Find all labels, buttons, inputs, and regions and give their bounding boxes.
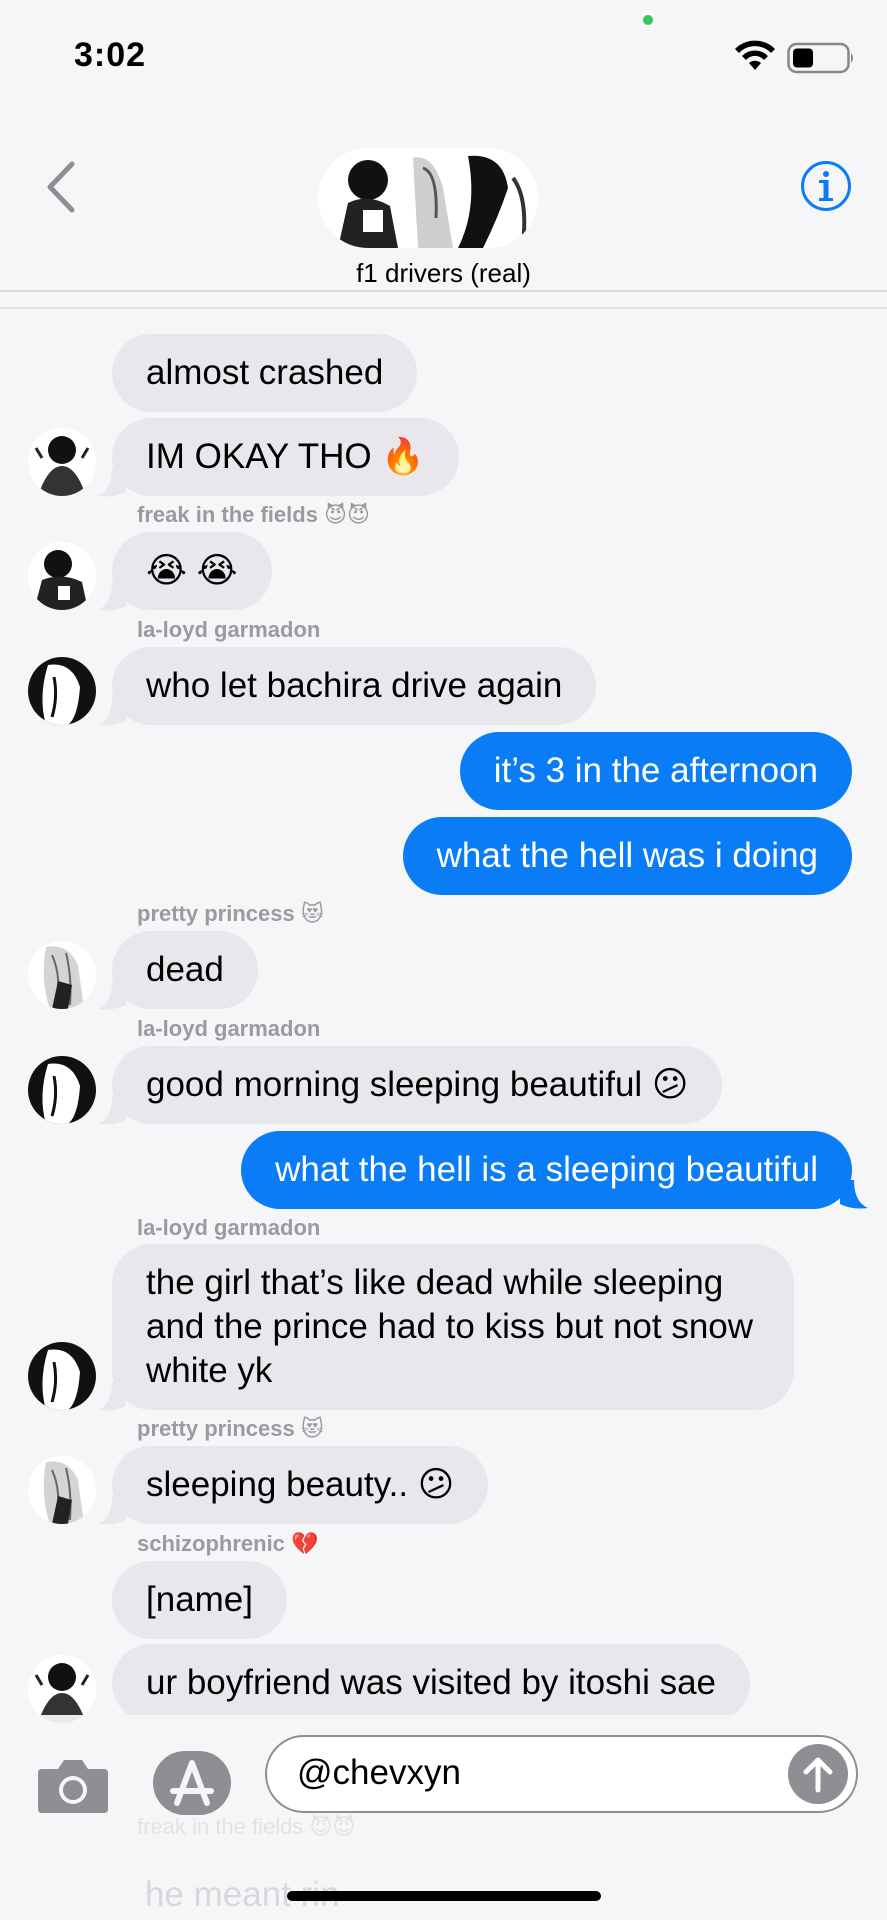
info-icon[interactable]	[800, 160, 852, 212]
avatar[interactable]	[28, 1342, 96, 1410]
sender-name: pretty princess 😻	[137, 901, 324, 926]
avatar[interactable]	[28, 1456, 96, 1524]
avatar[interactable]	[28, 941, 96, 1009]
bubble-tail	[98, 468, 126, 497]
avatar[interactable]	[28, 1056, 96, 1124]
avatar[interactable]	[28, 657, 96, 725]
message-bubble[interactable]: ur boyfriend was visited by itoshi sae	[112, 1644, 750, 1722]
bubble-tail	[98, 981, 126, 1010]
bubble-tail	[98, 697, 126, 726]
avatar[interactable]	[28, 542, 96, 610]
sender-name: la-loyd garmadon	[137, 1215, 321, 1240]
status-time: 3:02	[74, 36, 147, 74]
wifi-icon	[735, 40, 775, 70]
message-bubble[interactable]: the girl that’s like dead while sleeping…	[112, 1244, 794, 1410]
conversation-header: f1 drivers (real)	[0, 110, 887, 292]
privacy-indicator	[643, 15, 653, 25]
message-input-text: @chevxyn	[297, 1753, 461, 1792]
bubble-tail	[98, 582, 126, 611]
sender-name: la-loyd garmadon	[137, 1016, 321, 1041]
message-bubble[interactable]: good morning sleeping beautiful 😕	[112, 1046, 723, 1124]
message-bubble[interactable]: dead	[112, 931, 258, 1009]
message-bubble[interactable]: what the hell was i doing	[402, 817, 852, 895]
divider	[0, 307, 887, 309]
avatar[interactable]	[28, 428, 96, 496]
sender-name: schizophrenic 💔	[137, 1531, 319, 1556]
avatar[interactable]	[28, 1655, 96, 1723]
sender-name: pretty princess 😻	[137, 1416, 324, 1441]
battery-icon	[787, 42, 853, 74]
camera-icon[interactable]	[36, 1755, 110, 1815]
bubble-tail	[840, 1180, 868, 1209]
home-indicator[interactable]	[287, 1891, 601, 1901]
message-bubble[interactable]: [name]	[112, 1561, 287, 1639]
message-bubble[interactable]: almost crashed	[112, 334, 418, 412]
message-bubble[interactable]: 😭 😭	[112, 532, 272, 610]
send-arrow-icon	[803, 1757, 833, 1793]
message-bubble[interactable]: IM OKAY THO 🔥	[112, 418, 459, 496]
group-name[interactable]: f1 drivers (real)	[0, 258, 887, 289]
bubble-tail	[98, 1496, 126, 1525]
message-bubble[interactable]: what the hell is a sleeping beautiful	[241, 1131, 852, 1209]
status-bar: 3:02	[0, 0, 887, 110]
message-bubble[interactable]: who let bachira drive again	[112, 647, 597, 725]
compose-bar: freak in the fields 😈😈 he meant rin @che…	[0, 1715, 887, 1920]
sender-name: freak in the fields 😈😈	[137, 502, 370, 527]
bubble-tail	[98, 1382, 126, 1411]
back-chevron-icon[interactable]	[42, 160, 78, 214]
group-avatar[interactable]	[318, 148, 538, 248]
bubble-tail	[98, 1096, 126, 1125]
message-input[interactable]: @chevxyn	[265, 1735, 858, 1813]
sender-name: la-loyd garmadon	[137, 617, 321, 642]
message-bubble[interactable]: it’s 3 in the afternoon	[459, 732, 852, 810]
ghost-sender: freak in the fields 😈😈	[137, 1814, 356, 1839]
send-button[interactable]	[788, 1744, 848, 1804]
message-bubble[interactable]: sleeping beauty.. 😕	[112, 1446, 489, 1524]
app-store-icon[interactable]	[153, 1751, 231, 1815]
